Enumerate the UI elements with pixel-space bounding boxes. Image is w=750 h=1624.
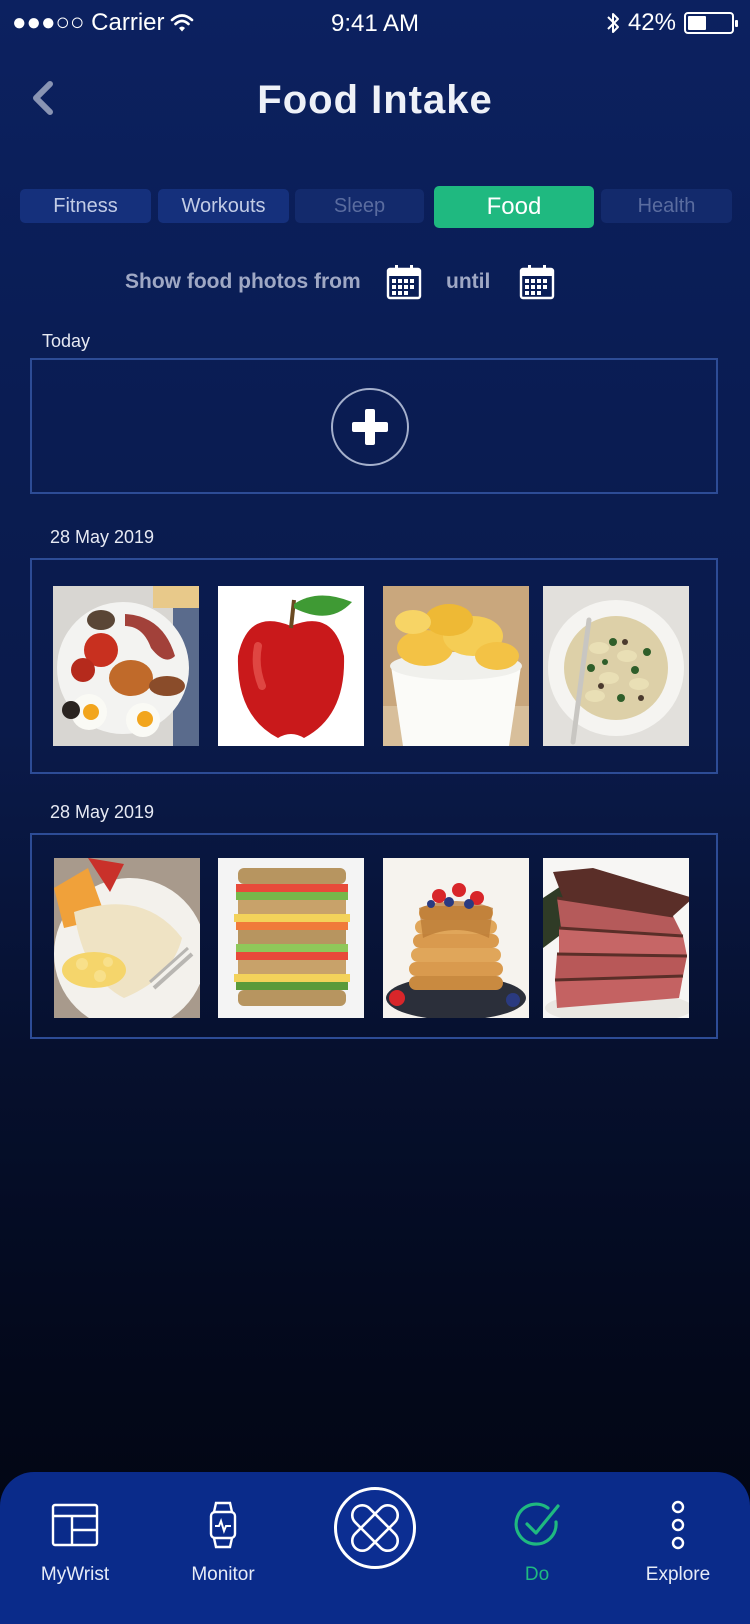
calendar-until-icon[interactable] <box>519 264 555 300</box>
check-circle-icon <box>514 1502 560 1546</box>
status-right: 42% <box>606 9 738 37</box>
status-bar: ●●●○○ Carrier 9:41 AM 42% <box>0 0 750 46</box>
nav-label-mywrist: MyWrist <box>40 1564 110 1585</box>
bottom-nav: MyWrist Monitor Do Explore <box>0 1472 750 1624</box>
nav-mywrist[interactable]: MyWrist <box>10 1500 140 1586</box>
nav-do[interactable]: Do <box>472 1500 602 1586</box>
food-photo-breakfast-burrito[interactable] <box>54 858 200 1018</box>
plus-icon <box>352 409 388 445</box>
nav-label-do: Do <box>524 1564 550 1585</box>
bluetooth-icon <box>607 13 619 33</box>
more-vertical-icon <box>671 1500 685 1550</box>
category-tabs: Fitness Workouts Sleep Food Health <box>20 186 732 228</box>
tab-food[interactable]: Food <box>434 186 594 228</box>
calendar-from-icon[interactable] <box>386 264 422 300</box>
page-title: Food Intake <box>257 78 493 122</box>
food-photo-red-apple[interactable] <box>218 586 364 746</box>
battery-level <box>688 16 706 30</box>
photo-box-2 <box>30 833 718 1039</box>
nav-monitor[interactable]: Monitor <box>158 1500 288 1586</box>
until-label: until <box>446 270 491 293</box>
tab-fitness[interactable]: Fitness <box>20 189 151 223</box>
center-action-button[interactable] <box>334 1487 416 1569</box>
food-photo-stacked-sandwich[interactable] <box>218 858 364 1018</box>
bandage-icon <box>350 1503 400 1553</box>
section-date-2: 28 May 2019 <box>50 802 155 822</box>
section-date-today: Today <box>42 331 91 351</box>
tab-health[interactable]: Health <box>601 189 732 223</box>
date-filter: Show food photos from until <box>0 258 750 308</box>
photo-box-1 <box>30 558 718 774</box>
battery-icon <box>684 12 738 34</box>
tab-workouts[interactable]: Workouts <box>158 189 289 223</box>
layout-icon <box>51 1503 99 1547</box>
food-photo-bowtie-pasta[interactable] <box>543 586 689 746</box>
food-photo-pancake-stack[interactable] <box>383 858 529 1018</box>
nav-label-monitor: Monitor <box>191 1564 255 1585</box>
today-photo-box <box>30 358 718 494</box>
food-photo-full-breakfast[interactable] <box>53 586 199 746</box>
section-date-1: 28 May 2019 <box>50 527 155 547</box>
food-photo-potato-chips[interactable] <box>383 586 529 746</box>
watch-icon <box>209 1501 237 1549</box>
food-photo-sliced-steak[interactable] <box>543 858 689 1018</box>
filter-label: Show food photos from <box>125 270 361 293</box>
nav-label-explore: Explore <box>645 1564 711 1585</box>
tab-sleep[interactable]: Sleep <box>295 189 424 223</box>
battery-percent: 42% <box>627 9 676 36</box>
nav-explore[interactable]: Explore <box>613 1500 743 1586</box>
add-photo-button[interactable] <box>331 388 409 466</box>
